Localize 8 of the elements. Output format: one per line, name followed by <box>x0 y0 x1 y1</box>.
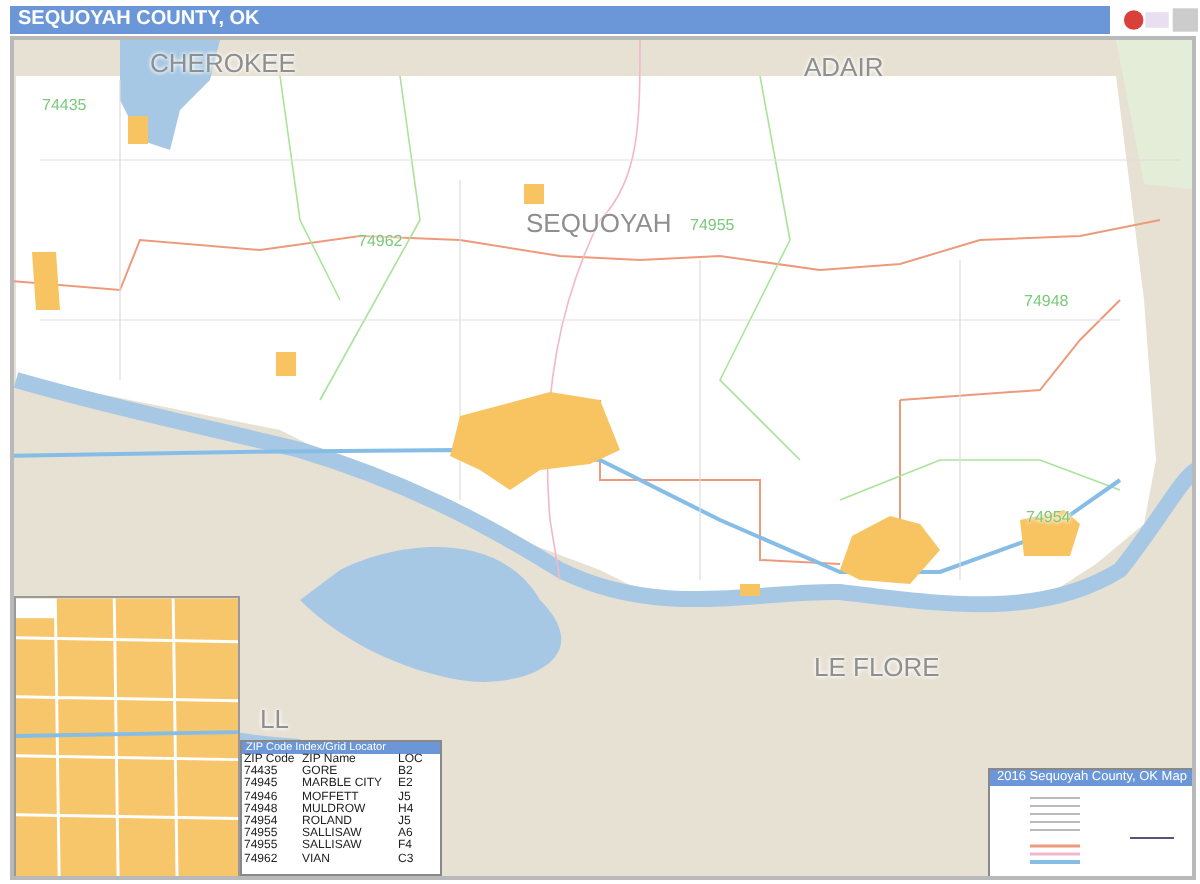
zip-label: 74948 <box>1024 292 1069 310</box>
map-title: SEQUOYAH COUNTY, OK <box>10 6 1110 34</box>
county-label: LE FLORE <box>814 652 940 682</box>
county-label: ADAIR <box>804 52 884 82</box>
zip-label: 74955 <box>690 216 735 234</box>
zip-label: 74954 <box>1026 508 1071 526</box>
county-label: LL <box>260 704 289 734</box>
zip-label: 74435 <box>42 96 87 114</box>
